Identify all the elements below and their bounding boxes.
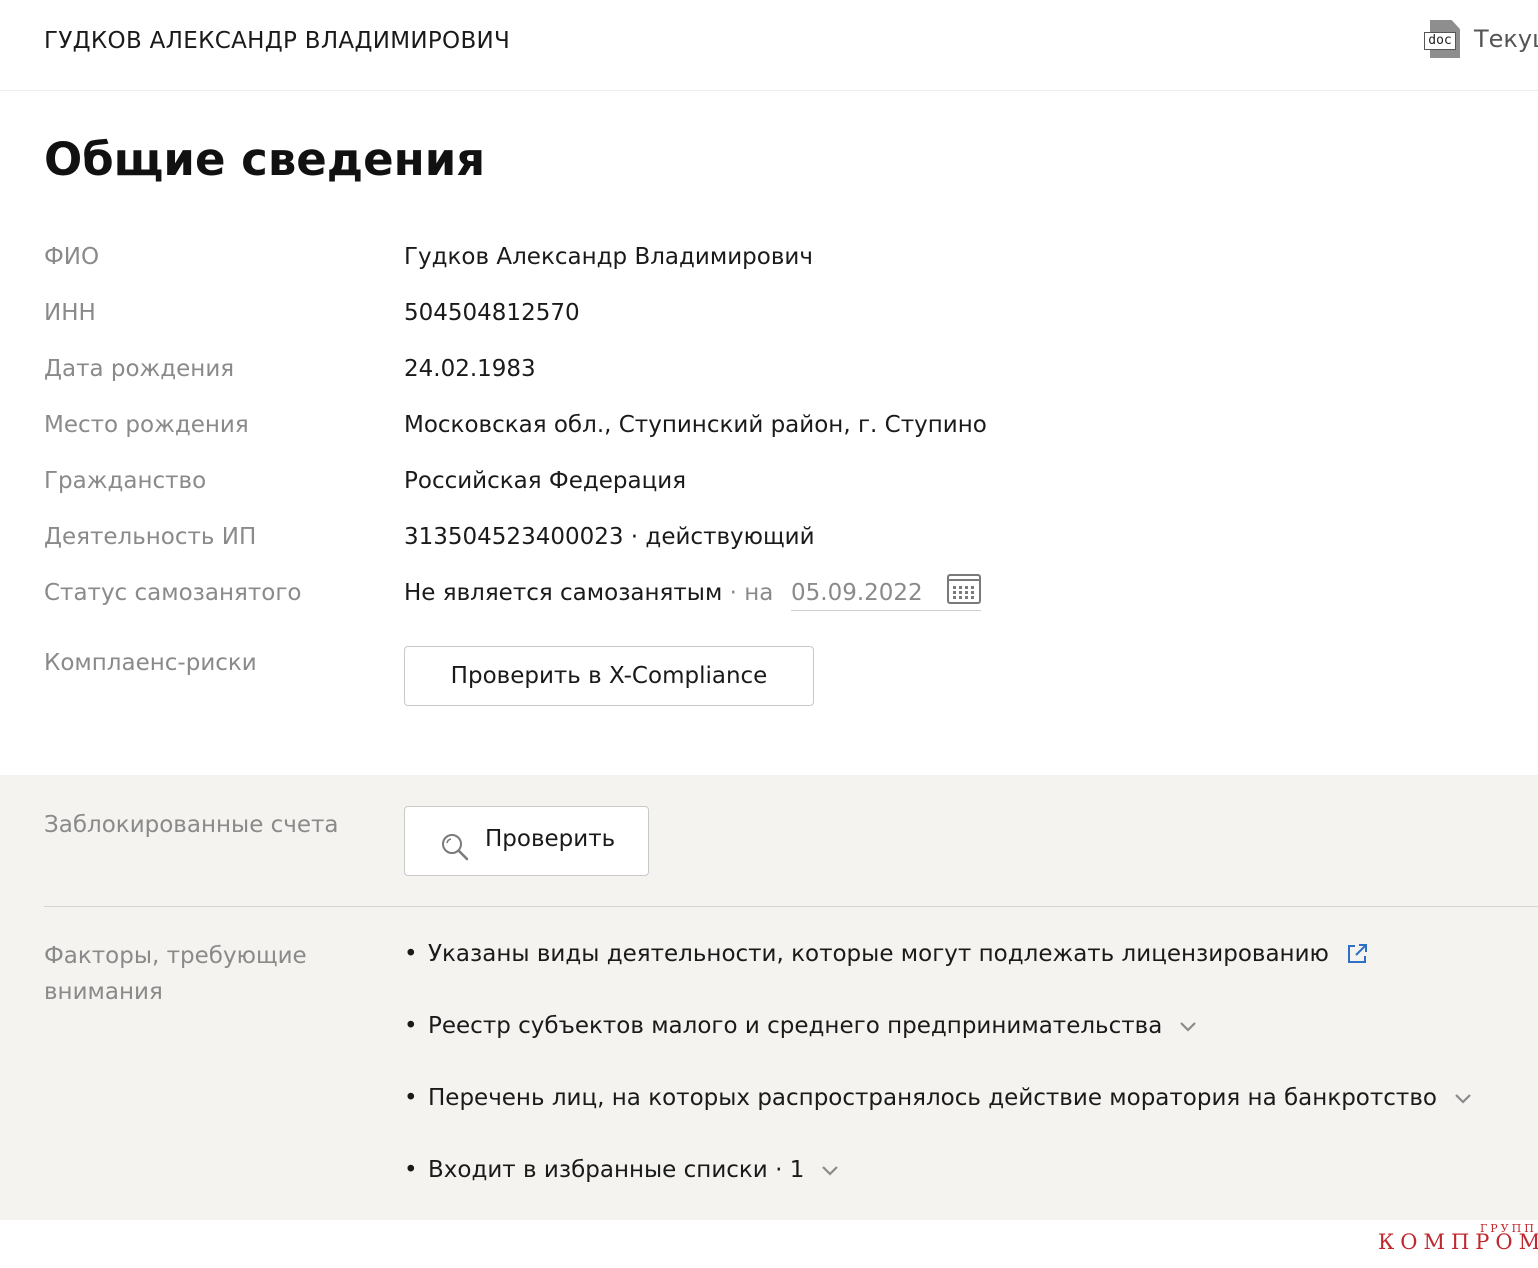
doc-file-icon: doc [1424,20,1464,58]
factor-sme-registry-text: Реестр субъектов малого и среднего предп… [428,1013,1163,1039]
doc-icon-label: doc [1424,32,1456,50]
watermark: ГРУПП КОМПРОМАТ [1378,1222,1538,1268]
page: ГУДКОВ АЛЕКСАНДР ВЛАДИМИРОВИЧ doc Текущ … [0,0,1538,1268]
selfemployed-label: Статус самозанятого [44,580,302,606]
factors-label-line2: внимания [44,979,163,1005]
watermark-main: КОМПРОМАТ [1378,1230,1538,1254]
citizenship-value: Российская Федерация [404,468,687,494]
factor-favorites-text: Входит в избранные списки · 1 [428,1157,805,1183]
check-blocked-button-label: Проверить [485,826,616,852]
ip-link[interactable]: 313504523400023 · действующий [404,524,815,550]
fio-value: Гудков Александр Владимирович [404,244,813,270]
x-compliance-button-label: Проверить в X-Compliance [450,663,768,689]
x-compliance-button[interactable]: Проверить в X-Compliance [404,646,814,706]
calendar-icon[interactable] [947,574,981,604]
doc-link-text: Текущ [1474,25,1538,53]
selfemployed-value-wrap: Не является самозанятым · на [404,580,773,606]
chevron-down-icon[interactable] [1453,1091,1473,1105]
birth-place-value: Московская обл., Ступинский район, г. Ст… [404,412,987,438]
factor-item-moratorium[interactable]: • Перечень лиц, на которых распространял… [404,1085,1473,1111]
section-title: Общие сведения [44,133,486,186]
external-link-icon[interactable] [1345,942,1369,966]
selfemployed-value: Не является самозанятым [404,580,723,606]
doc-export-link[interactable]: doc Текущ [1424,20,1538,58]
panel-divider [44,906,1538,907]
selfemployed-on-text: · на [722,580,774,606]
chevron-down-icon[interactable] [1178,1019,1198,1033]
fio-label: ФИО [44,244,100,270]
blocked-accounts-label: Заблокированные счета [44,812,339,838]
selfemployed-date-field[interactable]: 05.09.2022 [791,566,981,611]
ip-label: Деятельность ИП [44,524,257,550]
selfemployed-date: 05.09.2022 [791,580,923,606]
compliance-label: Комплаенс-риски [44,650,257,676]
check-blocked-button[interactable]: Проверить [404,806,649,876]
factors-label-line1: Факторы, требующие [44,943,307,969]
factor-item-licensing: • Указаны виды деятельности, которые мог… [404,941,1369,967]
factors-label: Факторы, требующие внимания [44,938,307,1010]
birth-date-value: 24.02.1983 [404,356,536,382]
person-title: ГУДКОВ АЛЕКСАНДР ВЛАДИМИРОВИЧ [44,28,511,54]
search-icon [442,834,469,861]
citizenship-label: Гражданство [44,468,207,494]
factor-licensing-text: Указаны виды деятельности, которые могут… [428,941,1329,967]
factor-item-favorites[interactable]: • Входит в избранные списки · 1 [404,1157,840,1183]
risk-panel: Заблокированные счета Проверить Факторы,… [0,775,1538,1220]
birth-place-label: Место рождения [44,412,249,438]
birth-date-label: Дата рождения [44,356,235,382]
chevron-down-icon[interactable] [820,1163,840,1177]
factor-moratorium-text: Перечень лиц, на которых распространялос… [428,1085,1437,1111]
inn-value: 504504812570 [404,300,580,326]
inn-label: ИНН [44,300,96,326]
factor-item-sme-registry[interactable]: • Реестр субъектов малого и среднего пре… [404,1013,1198,1039]
top-header: ГУДКОВ АЛЕКСАНДР ВЛАДИМИРОВИЧ doc Текущ [0,0,1538,91]
